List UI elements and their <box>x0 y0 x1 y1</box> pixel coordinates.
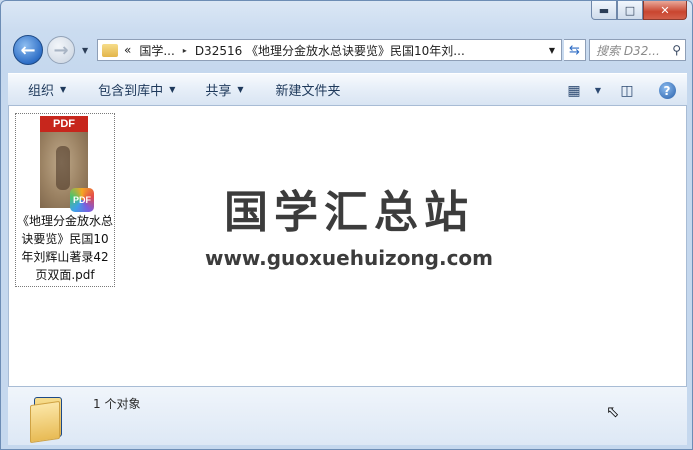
new-folder-label: 新建文件夹 <box>275 84 341 99</box>
preview-pane-button[interactable]: ◫ <box>607 74 647 107</box>
maximize-button[interactable]: □ <box>617 1 643 20</box>
share-label: 共享 <box>205 84 232 99</box>
pdf-thumb-header: PDF <box>40 116 88 132</box>
address-dropdown-icon[interactable]: ▼ <box>549 46 555 55</box>
pdf-thumbnail: PDF PDF <box>40 116 94 212</box>
caption-buttons: ▬ □ ✕ <box>591 1 687 20</box>
command-bar: 组织 ▼ 包含到库中 ▼ 共享 ▼ 新建文件夹 ▦ ▼ ◫ ? <box>8 73 687 106</box>
chevron-down-icon: ▼ <box>169 85 176 94</box>
back-button[interactable]: ← <box>13 35 43 65</box>
pdf-app-icon: PDF <box>70 188 94 212</box>
toolbar-right: ▦ ▼ ◫ ? <box>559 74 687 107</box>
organize-label: 组织 <box>28 84 55 99</box>
forward-button[interactable]: → <box>47 36 75 64</box>
arrow-left-icon: ← <box>20 39 36 61</box>
address-separator[interactable]: ▸ <box>183 46 187 55</box>
recent-pages-dropdown[interactable]: ▼ <box>82 46 88 55</box>
address-segment-root[interactable]: 国学... <box>139 42 174 59</box>
preview-pane-icon: ◫ <box>620 82 634 99</box>
share-menu[interactable]: 共享 ▼ <box>187 73 255 106</box>
address-segment-current[interactable]: D32516 《地理分金放水总诀要览》民国10年刘... <box>195 42 465 59</box>
minimize-button[interactable]: ▬ <box>591 1 617 20</box>
chevron-down-icon: ▼ <box>60 85 67 94</box>
navigation-bar: ← → ▼ « 国学... ▸ D32516 《地理分金放水总诀要览》民国10年… <box>9 35 686 65</box>
search-icon[interactable]: ⚲ <box>672 43 681 57</box>
folder-icon <box>30 393 70 444</box>
search-input[interactable]: 搜索 D32... ⚲ <box>589 39 686 61</box>
view-grid-icon: ▦ <box>567 82 581 99</box>
mouse-pointer-icon: ⬁ <box>606 402 620 421</box>
change-view-button[interactable]: ▦ <box>559 74 589 107</box>
new-folder-button[interactable]: 新建文件夹 <box>256 73 353 106</box>
arrow-right-icon: → <box>53 39 69 61</box>
chevron-down-icon: ▼ <box>594 86 602 95</box>
help-button[interactable]: ? <box>647 74 687 107</box>
address-bar[interactable]: « 国学... ▸ D32516 《地理分金放水总诀要览》民国10年刘... ▼ <box>97 39 562 61</box>
refresh-icon: ⇆ <box>569 42 580 58</box>
refresh-button[interactable]: ⇆ <box>564 39 586 61</box>
explorer-window: ▬ □ ✕ ← → ▼ « 国学... ▸ D32516 《地理分金放水总诀要览… <box>0 0 693 450</box>
view-options-dropdown[interactable]: ▼ <box>589 74 607 107</box>
include-in-library-menu[interactable]: 包含到库中 ▼ <box>78 73 187 106</box>
close-button[interactable]: ✕ <box>643 1 687 20</box>
folder-icon <box>102 43 118 57</box>
chevron-down-icon: ▼ <box>237 85 244 94</box>
help-icon: ? <box>658 82 676 99</box>
watermark: 国学汇总站 www.guoxuehuizong.com <box>199 176 499 270</box>
item-count-text: 1 个对象 <box>93 397 141 411</box>
folder-front <box>30 400 60 444</box>
address-overflow[interactable]: « <box>124 43 131 57</box>
watermark-url: www.guoxuehuizong.com <box>204 246 494 270</box>
details-pane: 1 个对象 ⬁ <box>8 386 687 445</box>
include-library-label: 包含到库中 <box>98 84 164 99</box>
preview-figure <box>56 146 70 190</box>
search-placeholder: 搜索 D32... <box>596 43 660 58</box>
file-name-label: 《地理分金放水总诀要览》民国10年刘辉山著录42页双面.pdf <box>16 214 113 282</box>
file-item-pdf[interactable]: PDF PDF 《地理分金放水总诀要览》民国10年刘辉山著录42页双面.pdf <box>15 113 115 287</box>
organize-menu[interactable]: 组织 ▼ <box>8 73 78 106</box>
watermark-title: 国学汇总站 <box>224 187 474 238</box>
file-list-area[interactable]: PDF PDF 《地理分金放水总诀要览》民国10年刘辉山著录42页双面.pdf … <box>8 106 687 386</box>
